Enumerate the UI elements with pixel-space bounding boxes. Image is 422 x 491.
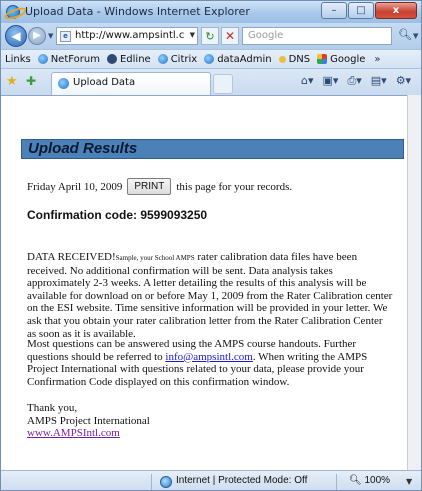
page-heading-bar: Upload Results [21,139,404,159]
feeds-icon[interactable]: ▣▾ [323,74,339,88]
forward-button[interactable]: ▶ [28,27,46,45]
link-google[interactable]: Google [317,54,365,65]
date-text: Friday April 10, 2009 [27,180,123,193]
signature-org: AMPS Project International [27,414,150,427]
window-title: Upload Data - Windows Internet Explorer [25,5,250,18]
email-link[interactable]: info@ampsintl.com [165,351,252,363]
link-dataadmin[interactable]: dataAdmin [204,54,272,65]
link-edline[interactable]: Edline [106,54,151,65]
internet-zone-icon [160,476,172,488]
history-dropdown-icon[interactable]: ▼ [48,32,53,40]
sample-school-text: Sample, your School AMPS [115,254,195,262]
ie-icon [58,78,69,89]
url-text: http://www.ampsintl.c [75,30,185,41]
search-dropdown-icon[interactable]: ▼ [413,32,418,40]
website-link[interactable]: www.AMPSIntl.com [27,427,150,440]
ie-icon [157,54,168,64]
search-input[interactable]: Google [242,27,392,45]
browser-window: Upload Data - Windows Internet Explorer … [0,0,422,491]
window-controls: – □ x [320,2,417,20]
signature-block: Thank you, AMPS Project International ww… [27,402,150,440]
tab-label: Upload Data [73,77,136,88]
zoom-level[interactable]: 🔍︎ 100% [349,475,390,486]
page-icon: e [60,31,71,42]
print-button[interactable]: PRINT [127,178,172,195]
page-content: Upload Results Friday April 10, 2009 PRI… [1,95,421,470]
home-icon[interactable]: ⌂▾ [301,74,314,88]
zoom-value: 100% [364,475,391,486]
page-title: Upload Results [28,140,138,157]
close-button[interactable]: x [375,2,417,19]
status-divider [336,474,337,490]
data-received-paragraph: DATA RECEIVED!Sample, your School AMPS r… [27,251,393,340]
add-favorite-icon[interactable]: ✚ [26,74,36,88]
ie-logo-icon [6,5,20,19]
page-menu-icon[interactable]: ▤▾ [371,74,387,88]
favorites-star-icon[interactable]: ★ [6,74,18,89]
print-icon[interactable]: ⎙▾ [347,74,361,88]
address-toolbar: ◀ ▶ ▼ e http://www.ampsintl.c ▼ ↻ ✕ Goog… [1,23,421,49]
links-label: Links [5,53,31,65]
tools-icon[interactable]: ⚙▾ [396,74,411,88]
link-dns[interactable]: DNS [278,54,310,65]
search-icon[interactable]: 🔍︎ [398,28,414,44]
dns-icon [278,55,286,63]
data-received-lead: DATA RECEIVED! [27,251,116,263]
stop-button[interactable]: ✕ [221,27,239,45]
command-bar: ⌂▾ ▣▾ ⎙▾ ▤▾ ⚙▾ [301,74,420,88]
status-divider [151,474,152,490]
tab-row: ★ ✚ Upload Data ⌂▾ ▣▾ ⎙▾ ▤▾ ⚙▾ [1,69,421,95]
data-received-body: rater calibration data files have been r… [27,251,393,340]
edline-icon [106,54,117,64]
link-citrix[interactable]: Citrix [157,54,197,65]
links-overflow-icon[interactable]: » [374,54,380,65]
signature-thanks: Thank you, [27,402,78,414]
ie-icon [204,54,215,64]
search-placeholder: Google [248,30,284,41]
refresh-button[interactable]: ↻ [201,27,219,45]
vertical-scrollbar[interactable] [407,95,421,470]
title-bar: Upload Data - Windows Internet Explorer … [1,1,421,23]
address-input[interactable]: e http://www.ampsintl.c ▼ [56,27,198,45]
links-bar: Links NetForum Edline Citrix dataAdmin D… [1,49,421,69]
date-suffix: this page for your records. [176,180,293,193]
questions-paragraph: Most questions can be answered using the… [27,338,393,388]
status-bar: Internet | Protected Mode: Off 🔍︎ 100% ▼ [1,470,421,490]
back-button[interactable]: ◀ [5,25,27,47]
google-icon [317,54,328,64]
zoom-dropdown-icon[interactable]: ▼ [406,477,412,486]
security-zone-text[interactable]: Internet | Protected Mode: Off [176,475,307,486]
tab-upload-data[interactable]: Upload Data [51,72,211,95]
ie-icon [37,54,48,64]
address-dropdown-icon[interactable]: ▼ [190,31,195,39]
confirmation-code: Confirmation code: 9599093250 [27,208,208,222]
minimize-button[interactable]: – [321,2,347,19]
date-line: Friday April 10, 2009 PRINT this page fo… [27,178,292,195]
link-netforum[interactable]: NetForum [37,54,100,65]
new-tab-button[interactable] [213,74,233,94]
maximize-button[interactable]: □ [348,2,374,19]
